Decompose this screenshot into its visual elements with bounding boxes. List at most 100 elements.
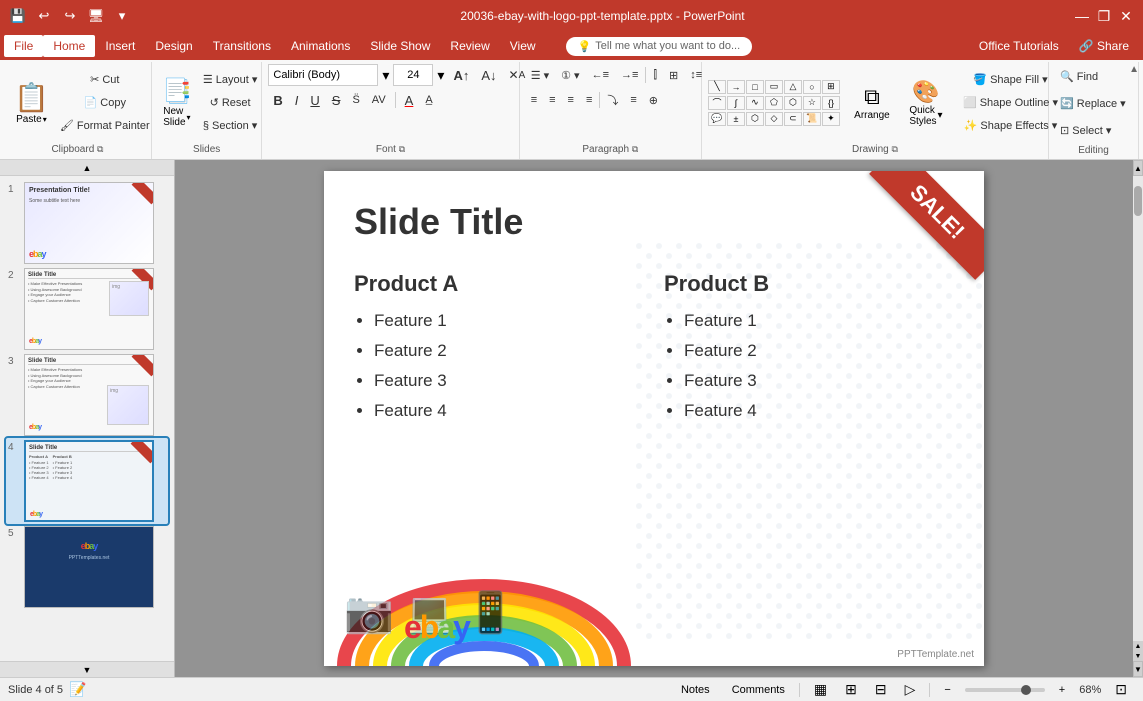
- menu-design[interactable]: Design: [145, 35, 202, 57]
- text-highlight-button[interactable]: A̲: [420, 89, 437, 111]
- slide-canvas[interactable]: Slide Title Product A Feature 1 Feature …: [324, 171, 984, 666]
- slide-thumb-2[interactable]: 2 Slide Title • Make Effective Presentat…: [6, 266, 168, 352]
- indent-less-button[interactable]: ←≡: [587, 64, 614, 86]
- reset-button[interactable]: ↺ Reset: [198, 92, 263, 114]
- shape-hexagon[interactable]: ⬡: [784, 96, 802, 110]
- columns-button[interactable]: ⫿: [648, 64, 662, 86]
- slide-title[interactable]: Slide Title: [354, 201, 523, 243]
- decrease-font-button[interactable]: A↓: [476, 64, 501, 86]
- menu-transitions[interactable]: Transitions: [203, 35, 281, 57]
- align-right-button[interactable]: ≡: [563, 89, 579, 111]
- char-spacing-button[interactable]: AV: [367, 89, 391, 111]
- shape-scroll[interactable]: 📜: [803, 112, 821, 126]
- shape-arc[interactable]: ⌒: [708, 96, 726, 110]
- dropdown-icon[interactable]: ▾: [112, 6, 132, 26]
- scroll-split-down[interactable]: ▼: [1133, 651, 1143, 661]
- align-text-button[interactable]: ≡: [625, 89, 641, 111]
- shape-outline-button[interactable]: ⬜ Shape Outline ▾: [958, 92, 1063, 114]
- text-direction-button[interactable]: ⤵: [602, 89, 623, 111]
- smart-art-button[interactable]: ⊞: [664, 64, 683, 86]
- scroll-up-btn[interactable]: ▲: [1133, 160, 1143, 176]
- justify-button[interactable]: ≡: [581, 89, 597, 111]
- paste-button[interactable]: 📋 Paste ▾: [10, 79, 53, 127]
- font-color-button[interactable]: A: [400, 89, 419, 111]
- slide-thumb-3[interactable]: 3 Slide Title • Make Effective Presentat…: [6, 352, 168, 438]
- reading-view-button[interactable]: ⊟: [867, 679, 895, 700]
- shape-line[interactable]: ╲: [708, 80, 726, 94]
- shape-star[interactable]: ☆: [803, 96, 821, 110]
- format-painter-button[interactable]: 🖌 Format Painter: [55, 115, 155, 137]
- normal-view-button[interactable]: ▦: [806, 679, 835, 700]
- section-button[interactable]: § Section ▾: [198, 115, 263, 137]
- shape-freeform[interactable]: ∿: [746, 96, 764, 110]
- shape-rect2[interactable]: ▭: [765, 80, 783, 94]
- shape-oval[interactable]: ○: [803, 80, 821, 94]
- tell-me-input[interactable]: 💡 Tell me what you want to do...: [566, 37, 753, 56]
- fit-slide-button[interactable]: ⊡: [1107, 679, 1135, 700]
- strikethrough-button[interactable]: S: [327, 89, 346, 111]
- menu-slide-show[interactable]: Slide Show: [360, 35, 440, 57]
- notes-button[interactable]: Notes: [673, 682, 718, 698]
- zoom-slider[interactable]: [965, 688, 1045, 692]
- shape-brace[interactable]: {}: [822, 96, 840, 110]
- layout-button[interactable]: ☰ Layout ▾: [198, 69, 263, 91]
- scroll-down-btn[interactable]: ▼: [1133, 661, 1143, 677]
- cut-button[interactable]: ✂ Cut: [55, 69, 155, 91]
- quick-styles-button[interactable]: 🎨 QuickStyles ▾: [904, 77, 948, 129]
- redo-icon[interactable]: ↪: [60, 6, 80, 26]
- replace-button[interactable]: 🔄 Replace ▾: [1055, 91, 1131, 115]
- font-size-dropdown[interactable]: ▾: [435, 65, 446, 86]
- shape-effects-button[interactable]: ✨ Shape Effects ▾: [958, 115, 1063, 137]
- indent-more-button[interactable]: →≡: [616, 64, 643, 86]
- increase-font-button[interactable]: A↑: [448, 64, 474, 86]
- bold-button[interactable]: B: [268, 89, 287, 111]
- clipboard-expand[interactable]: ⧉: [97, 144, 103, 154]
- para-expand[interactable]: ⧉: [632, 144, 638, 154]
- shape-action[interactable]: ⬡: [746, 112, 764, 126]
- ribbon-collapse-button[interactable]: ▲: [1129, 64, 1139, 75]
- slideshow-button[interactable]: ▷: [897, 679, 924, 700]
- menu-view[interactable]: View: [500, 35, 546, 57]
- minimize-button[interactable]: —: [1073, 7, 1091, 25]
- scroll-split-up[interactable]: ▲: [1133, 641, 1143, 651]
- align-center-button[interactable]: ≡: [544, 89, 560, 111]
- italic-button[interactable]: I: [290, 89, 304, 111]
- arrange-button[interactable]: ⧉ Arrange: [850, 82, 894, 123]
- shape-pentagon[interactable]: ⬠: [765, 96, 783, 110]
- shape-triangle[interactable]: △: [784, 80, 802, 94]
- save-icon[interactable]: 💾: [8, 6, 28, 26]
- shape-equation[interactable]: ±: [727, 112, 745, 126]
- menu-review[interactable]: Review: [440, 35, 499, 57]
- zoom-out-button[interactable]: −: [936, 682, 958, 698]
- font-size-input[interactable]: 24: [393, 64, 433, 86]
- menu-share[interactable]: 🔗 Share: [1069, 35, 1139, 57]
- slide-sorter-button[interactable]: ⊞: [837, 679, 865, 700]
- shape-more[interactable]: ⊞: [822, 80, 840, 94]
- shape-callout[interactable]: 💬: [708, 112, 726, 126]
- copy-button[interactable]: 📄 Copy: [55, 92, 155, 114]
- shape-custom[interactable]: ✦: [822, 112, 840, 126]
- convert-smartart-button[interactable]: ⊕: [644, 89, 663, 111]
- shadow-button[interactable]: S̈: [347, 89, 364, 111]
- menu-home[interactable]: Home: [43, 35, 95, 57]
- font-expand[interactable]: ⧉: [399, 144, 405, 154]
- undo-icon[interactable]: ↩: [34, 6, 54, 26]
- comments-button[interactable]: Comments: [724, 682, 793, 698]
- underline-button[interactable]: U: [305, 89, 324, 111]
- custom-icon[interactable]: 🖥: [86, 6, 106, 26]
- scroll-up-button[interactable]: ▲: [0, 160, 174, 176]
- bullets-button[interactable]: ☰ ▾: [526, 64, 554, 86]
- restore-button[interactable]: ❐: [1095, 7, 1113, 25]
- shape-curve[interactable]: ∫: [727, 96, 745, 110]
- menu-office-tutorials[interactable]: Office Tutorials: [969, 35, 1069, 57]
- shape-rect[interactable]: □: [746, 80, 764, 94]
- shape-fill-button[interactable]: 🪣 Shape Fill ▾: [958, 69, 1063, 91]
- drawing-expand[interactable]: ⧉: [891, 144, 897, 154]
- shape-arrow[interactable]: →: [727, 80, 745, 94]
- shape-ribbon[interactable]: ⊂: [784, 112, 802, 126]
- close-button[interactable]: ✕: [1117, 7, 1135, 25]
- menu-file[interactable]: File: [4, 35, 43, 57]
- align-left-button[interactable]: ≡: [526, 89, 542, 111]
- numbering-button[interactable]: ① ▾: [556, 64, 584, 86]
- new-slide-button[interactable]: 📑 New Slide ▾: [158, 75, 196, 130]
